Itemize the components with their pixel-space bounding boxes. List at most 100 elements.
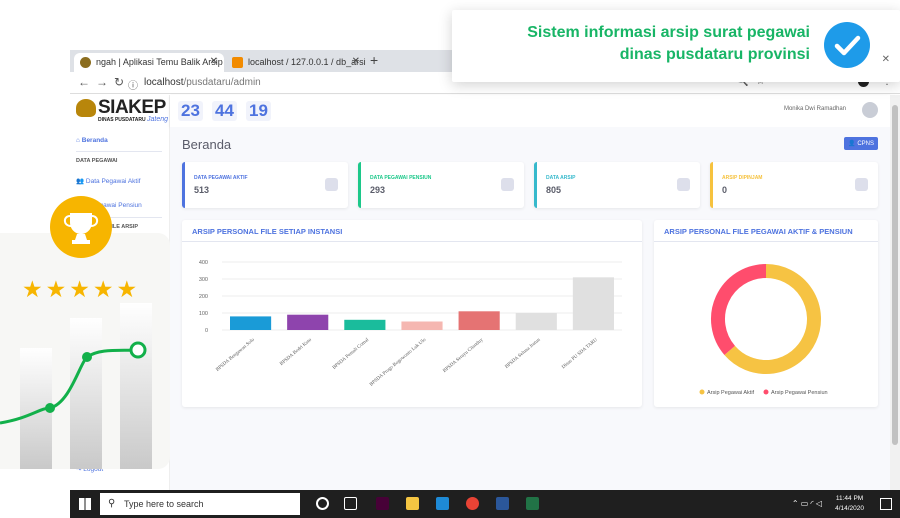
- word-icon[interactable]: [496, 497, 509, 510]
- bar-chart: 0 100 200 300 400 BPSDA Bengawan Solo BPSDA Bo…: [199, 260, 622, 388]
- site-info-icon[interactable]: ⓘ: [128, 77, 138, 92]
- stat-card-value: 805: [546, 185, 562, 195]
- browser-tab-title: localhost / 127.0.0.1 / db_arsip /: [248, 57, 366, 67]
- counter-badge[interactable]: 44: [212, 101, 237, 121]
- donut-chart-title: ARSIP PERSONAL FILE PEGAWAI AKTIF & PENS…: [654, 220, 878, 242]
- banner-line-2: dinas pusdataru provinsi: [619, 46, 810, 63]
- legend-label: Arsip Pegawai Pensiun: [771, 390, 828, 396]
- app-logo[interactable]: SIAKEP DINAS PUSDATARU Jateng: [76, 97, 168, 125]
- browser-tab-title: ngah | Aplikasi Temu Balik Arsip: [96, 57, 223, 67]
- bar-chart-title: ARSIP PERSONAL FILE SETIAP INSTANSI: [182, 220, 642, 242]
- sidebar-divider: [76, 151, 162, 152]
- counter-badge[interactable]: 23: [178, 101, 203, 121]
- counter-badge[interactable]: 19: [246, 101, 271, 121]
- url-path: /pusdataru/admin: [183, 77, 261, 88]
- stat-card-value: 293: [370, 185, 386, 195]
- stat-card-label: DATA PEGAWAI PENSIUN: [370, 175, 432, 181]
- close-tab-icon[interactable]: ✕: [352, 56, 360, 67]
- donut-chart: Arsip Pegawai Aktif Arsip Pegawai Pensiun: [699, 264, 828, 396]
- y-tick-label: 300: [199, 277, 208, 283]
- taskbar-clock[interactable]: 11:44 PM 4/14/2020: [835, 494, 864, 514]
- vscode-icon[interactable]: [436, 497, 449, 510]
- browser-tab-app[interactable]: ngah | Aplikasi Temu Balik Arsip ✕: [74, 53, 224, 72]
- bar: [344, 319, 386, 330]
- stat-card-value: 0: [722, 185, 728, 195]
- avatar[interactable]: [862, 102, 878, 118]
- system-tray-icons[interactable]: ⌃ ▭ ◜ ◁: [792, 499, 822, 508]
- user-icon: 👤: [848, 141, 856, 147]
- clock-time: 11:44 PM: [835, 495, 864, 502]
- back-arrow-icon[interactable]: ←: [78, 75, 90, 89]
- page-title: Beranda: [182, 137, 232, 152]
- legend-swatch: [699, 389, 705, 395]
- url-host: localhost: [144, 77, 184, 88]
- forward-arrow-icon[interactable]: →: [96, 75, 108, 89]
- bar-chart-panel: ARSIP PERSONAL FILE SETIAP INSTANSI 0 100…: [182, 220, 642, 407]
- cpns-button[interactable]: 👤 CPNS: [844, 137, 878, 150]
- y-tick-label: 200: [199, 294, 208, 300]
- reload-icon[interactable]: ↻: [114, 75, 124, 89]
- scrollbar-thumb[interactable]: [892, 105, 898, 445]
- sidebar-item-beranda[interactable]: ⌂ Beranda: [76, 137, 108, 144]
- sidebar-item-pegawai-aktif[interactable]: 👥 Data Pegawai Aktif: [76, 177, 140, 185]
- logo-subtitle-text: DINAS PUSDATARU: [98, 117, 146, 123]
- search-icon: ⚲: [108, 498, 116, 509]
- taskbar-search-input[interactable]: ⚲ Type here to search: [100, 493, 300, 515]
- achievement-graphic: [0, 233, 170, 469]
- stat-card-label: ARSIP DIPINJAM: [722, 175, 763, 181]
- trophy-icon: [50, 196, 112, 258]
- main-content: Beranda 👤 CPNS DATA PEGAWAI AKTIF 513 DA…: [170, 127, 890, 490]
- browser-tab-phpmyadmin[interactable]: localhost / 127.0.0.1 / db_arsip / ✕: [226, 53, 366, 72]
- stat-card-label: DATA ARSIP: [546, 175, 576, 181]
- user-name[interactable]: Monika Dwi Ramadhan: [784, 106, 846, 112]
- y-tick-label: 400: [199, 260, 208, 266]
- close-icon[interactable]: ✕: [882, 54, 890, 65]
- bar: [287, 314, 329, 330]
- logo-subtitle: DINAS PUSDATARU Jateng: [98, 116, 168, 123]
- x-tick-label: BPSDA Bodri Kuto: [279, 337, 313, 367]
- growth-curve-icon: [0, 341, 147, 425]
- x-tick-label: Dinas PU SDA TARU: [561, 337, 599, 370]
- jateng-emblem-icon: [76, 99, 96, 117]
- sidebar-item-label: Beranda: [81, 137, 108, 144]
- bar: [230, 316, 272, 330]
- excel-icon[interactable]: [526, 497, 539, 510]
- logo-script: Jateng: [146, 116, 169, 123]
- bar: [458, 311, 500, 330]
- stat-card-value: 513: [194, 185, 210, 195]
- x-tick-label: BPSDA Progo Bogowonto Luk Ulo: [369, 337, 428, 387]
- close-tab-icon[interactable]: ✕: [210, 56, 218, 67]
- cortana-icon[interactable]: [316, 497, 329, 510]
- chrome-icon[interactable]: [466, 497, 479, 510]
- clock-date: 4/14/2020: [835, 505, 864, 512]
- sidebar-item-label: Data Pegawai Aktif: [85, 178, 141, 185]
- calendar-icon: [501, 178, 514, 191]
- home-icon: ⌂: [76, 137, 80, 144]
- bar: [515, 313, 557, 330]
- stat-card-pegawai-aktif: DATA PEGAWAI AKTIF 513: [182, 162, 348, 208]
- donut-slice: [711, 264, 767, 355]
- x-tick-label: BPSDA Bengawan Solo: [215, 337, 256, 372]
- windows-taskbar: ⚲ Type here to search ⌃ ▭ ◜ ◁ 11:44 PM 4…: [70, 490, 900, 518]
- phpmyadmin-favicon-icon: [232, 57, 243, 68]
- five-star-rating-icon: ★★★★★: [22, 276, 141, 302]
- topbar: 23 44 19 Monika Dwi Ramadhan: [170, 95, 890, 127]
- x-tick-label: BPSDA Seluna Jratun: [505, 337, 542, 370]
- adobe-xd-icon[interactable]: [376, 497, 389, 510]
- stat-card-pegawai-pensiun: DATA PEGAWAI PENSIUN 293: [358, 162, 524, 208]
- legend-label: Arsip Pegawai Aktif: [707, 390, 755, 396]
- cpns-button-label: CPNS: [857, 141, 874, 147]
- page-scrollbar[interactable]: [890, 95, 900, 490]
- y-tick-label: 0: [205, 328, 208, 334]
- users-icon: 👥: [76, 178, 85, 185]
- task-view-icon[interactable]: [344, 497, 357, 510]
- x-tick-label: BPSDA Pemali Comal: [332, 337, 371, 371]
- new-tab-button[interactable]: +: [370, 52, 378, 68]
- notification-center-icon[interactable]: [880, 498, 892, 510]
- ambulance-icon: [855, 178, 868, 191]
- clipboard-icon: [677, 178, 690, 191]
- file-explorer-icon[interactable]: [406, 497, 419, 510]
- bar: [401, 321, 443, 330]
- windows-start-icon[interactable]: [79, 498, 91, 510]
- stat-card-arsip-dipinjam: ARSIP DIPINJAM 0: [710, 162, 878, 208]
